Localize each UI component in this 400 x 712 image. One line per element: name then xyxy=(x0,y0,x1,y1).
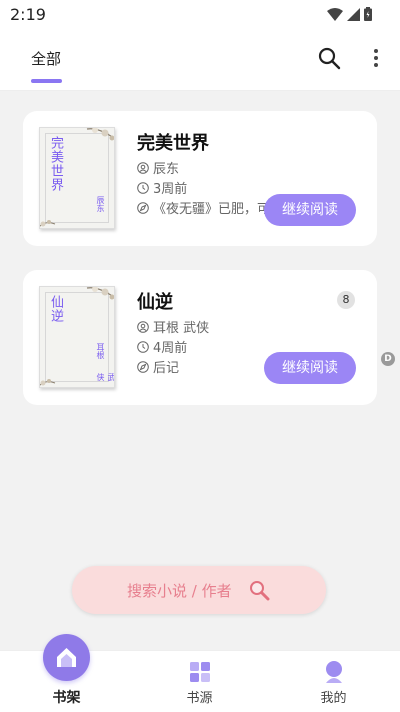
book-author: 耳根 武侠 xyxy=(153,321,210,336)
cover-author: 辰东 xyxy=(96,196,105,212)
user-icon xyxy=(137,161,149,174)
cover-title: 仙逆 xyxy=(48,295,63,323)
book-card[interactable]: 仙逆 耳根 武侠 仙逆 8 耳根 武侠 4周前 后记 继续阅读 xyxy=(23,270,377,405)
nav-profile-label: 我的 xyxy=(320,691,347,706)
nav-bookshelf-active-indicator[interactable] xyxy=(43,634,90,681)
top-bar: 全部 xyxy=(0,30,400,91)
cover-author: 耳根 xyxy=(96,343,105,359)
cover-genre: 武侠 xyxy=(96,373,115,381)
user-icon xyxy=(137,320,149,333)
book-updated: 4周前 xyxy=(153,341,188,356)
nav-bookshelf-label: 书架 xyxy=(52,690,81,706)
book-latest-chapter: 后记 xyxy=(153,361,180,376)
compass-icon xyxy=(137,201,149,214)
book-card[interactable]: 完美世界 辰东 完美世界 辰东 3周前 《夜无疆》已肥，可以宰杀了 继续阅读 xyxy=(23,111,377,246)
book-updated-row: 4周前 xyxy=(137,337,187,356)
book-title: 完美世界 xyxy=(137,133,209,154)
flower-decoration-icon xyxy=(40,379,56,386)
home-icon xyxy=(57,648,76,667)
tab-all[interactable]: 全部 xyxy=(31,48,61,69)
clock-icon xyxy=(137,181,149,194)
nav-book-sources[interactable]: 书源 xyxy=(133,651,266,712)
status-bar: 2:19 xyxy=(0,0,400,30)
flower-decoration-icon xyxy=(86,287,114,300)
book-updated: 3周前 xyxy=(153,182,188,197)
cover-title: 完美世界 xyxy=(48,136,63,192)
floating-debug-button[interactable]: D xyxy=(381,352,395,366)
status-time: 2:19 xyxy=(10,5,46,24)
book-author: 辰东 xyxy=(153,162,180,177)
compass-icon xyxy=(137,360,149,373)
continue-reading-button[interactable]: 继续阅读 xyxy=(264,194,356,226)
continue-reading-button[interactable]: 继续阅读 xyxy=(264,352,356,384)
status-icons xyxy=(327,7,372,21)
search-icon[interactable] xyxy=(317,46,341,70)
book-cover[interactable]: 完美世界 辰东 xyxy=(39,127,115,229)
signal-icon xyxy=(347,7,360,21)
search-pill-label: 搜索小说 / 作者 xyxy=(127,582,232,600)
flower-decoration-icon xyxy=(40,220,56,227)
more-vertical-icon[interactable] xyxy=(366,46,386,70)
search-novel-author-button[interactable]: 搜索小说 / 作者 xyxy=(72,566,326,614)
flower-decoration-icon xyxy=(86,128,114,141)
grid-icon xyxy=(190,662,210,682)
profile-icon xyxy=(326,661,342,683)
nav-profile[interactable]: 我的 xyxy=(267,651,400,712)
book-author-row: 辰东 xyxy=(137,158,179,177)
unread-count-badge: 8 xyxy=(337,291,355,309)
book-latest-row: 后记 xyxy=(137,357,179,376)
clock-icon xyxy=(137,340,149,353)
wifi-icon xyxy=(327,7,343,21)
book-author-row: 耳根 武侠 xyxy=(137,317,209,336)
book-cover[interactable]: 仙逆 耳根 武侠 xyxy=(39,286,115,388)
magnifier-icon xyxy=(250,581,270,601)
book-title: 仙逆 xyxy=(137,292,173,313)
book-updated-row: 3周前 xyxy=(137,178,187,197)
nav-book-sources-label: 书源 xyxy=(186,691,213,706)
battery-icon xyxy=(364,7,372,21)
tab-indicator xyxy=(31,79,62,83)
